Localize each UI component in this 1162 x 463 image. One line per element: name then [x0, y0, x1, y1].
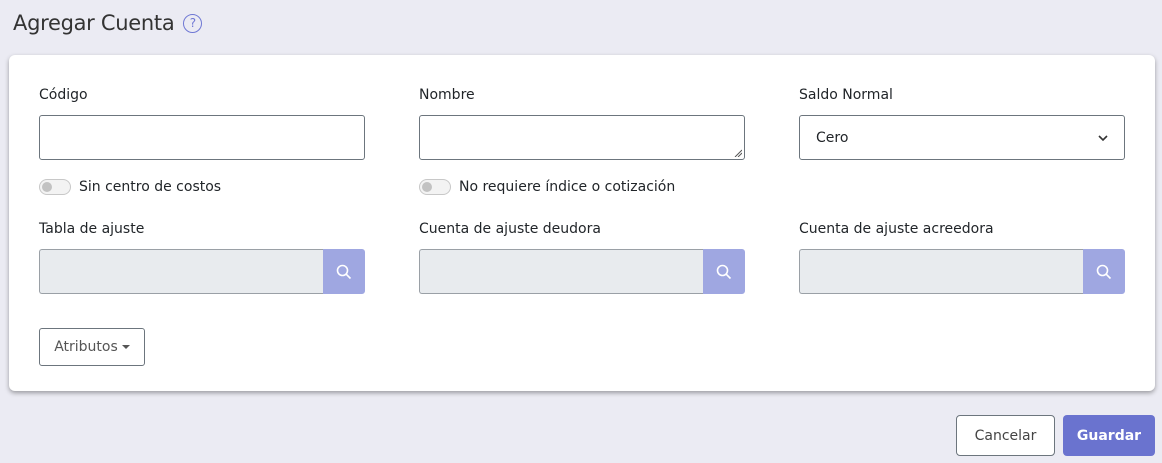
tabla-ajuste-input[interactable]: [39, 249, 323, 294]
search-icon: [1096, 264, 1112, 279]
page-title: Agregar Cuenta: [13, 11, 175, 35]
tabla-ajuste-label: Tabla de ajuste: [39, 221, 145, 237]
no-requiere-indice-label: No requiere índice o cotización: [459, 179, 676, 195]
saldo-normal-value: Cero: [816, 129, 849, 146]
cuenta-deudora-input[interactable]: [419, 249, 703, 294]
nombre-textarea[interactable]: [419, 115, 745, 160]
toggle-knob: [422, 182, 432, 192]
codigo-input[interactable]: [39, 115, 365, 160]
save-button[interactable]: Guardar: [1063, 415, 1155, 456]
toggle-knob: [42, 182, 52, 192]
form-card: Código Nombre Saldo Normal Cero Sin cent…: [9, 55, 1155, 391]
cuenta-acreedora-input[interactable]: [799, 249, 1083, 294]
tabla-ajuste-search-button[interactable]: [323, 249, 365, 294]
no-requiere-indice-toggle[interactable]: [419, 179, 451, 195]
no-requiere-indice-row[interactable]: No requiere índice o cotización: [419, 179, 675, 195]
saldo-normal-label: Saldo Normal: [799, 87, 893, 103]
search-icon: [716, 264, 732, 279]
search-icon: [336, 264, 352, 279]
saldo-normal-select[interactable]: Cero: [799, 115, 1125, 160]
cuenta-deudora-lookup: [419, 249, 745, 294]
sin-centro-costos-toggle[interactable]: [39, 179, 71, 195]
chevron-down-icon: [1098, 135, 1108, 142]
cuenta-acreedora-label: Cuenta de ajuste acreedora: [799, 221, 994, 237]
question-circle-icon[interactable]: ?: [183, 13, 203, 33]
sin-centro-costos-row[interactable]: Sin centro de costos: [39, 179, 221, 195]
cuenta-deudora-search-button[interactable]: [703, 249, 745, 294]
atributos-label: Atributos: [54, 339, 118, 355]
cancel-button[interactable]: Cancelar: [956, 415, 1055, 456]
cuenta-deudora-label: Cuenta de ajuste deudora: [419, 221, 601, 237]
cuenta-acreedora-lookup: [799, 249, 1125, 294]
tabla-ajuste-lookup: [39, 249, 365, 294]
sin-centro-costos-label: Sin centro de costos: [79, 179, 222, 195]
caret-down-icon: [121, 345, 130, 349]
cuenta-acreedora-search-button[interactable]: [1083, 249, 1125, 294]
resize-grip-icon[interactable]: [734, 149, 742, 157]
page-header: Agregar Cuenta ?: [13, 8, 203, 38]
atributos-dropdown-button[interactable]: Atributos: [39, 328, 145, 366]
codigo-label: Código: [39, 87, 88, 103]
nombre-label: Nombre: [419, 87, 475, 103]
